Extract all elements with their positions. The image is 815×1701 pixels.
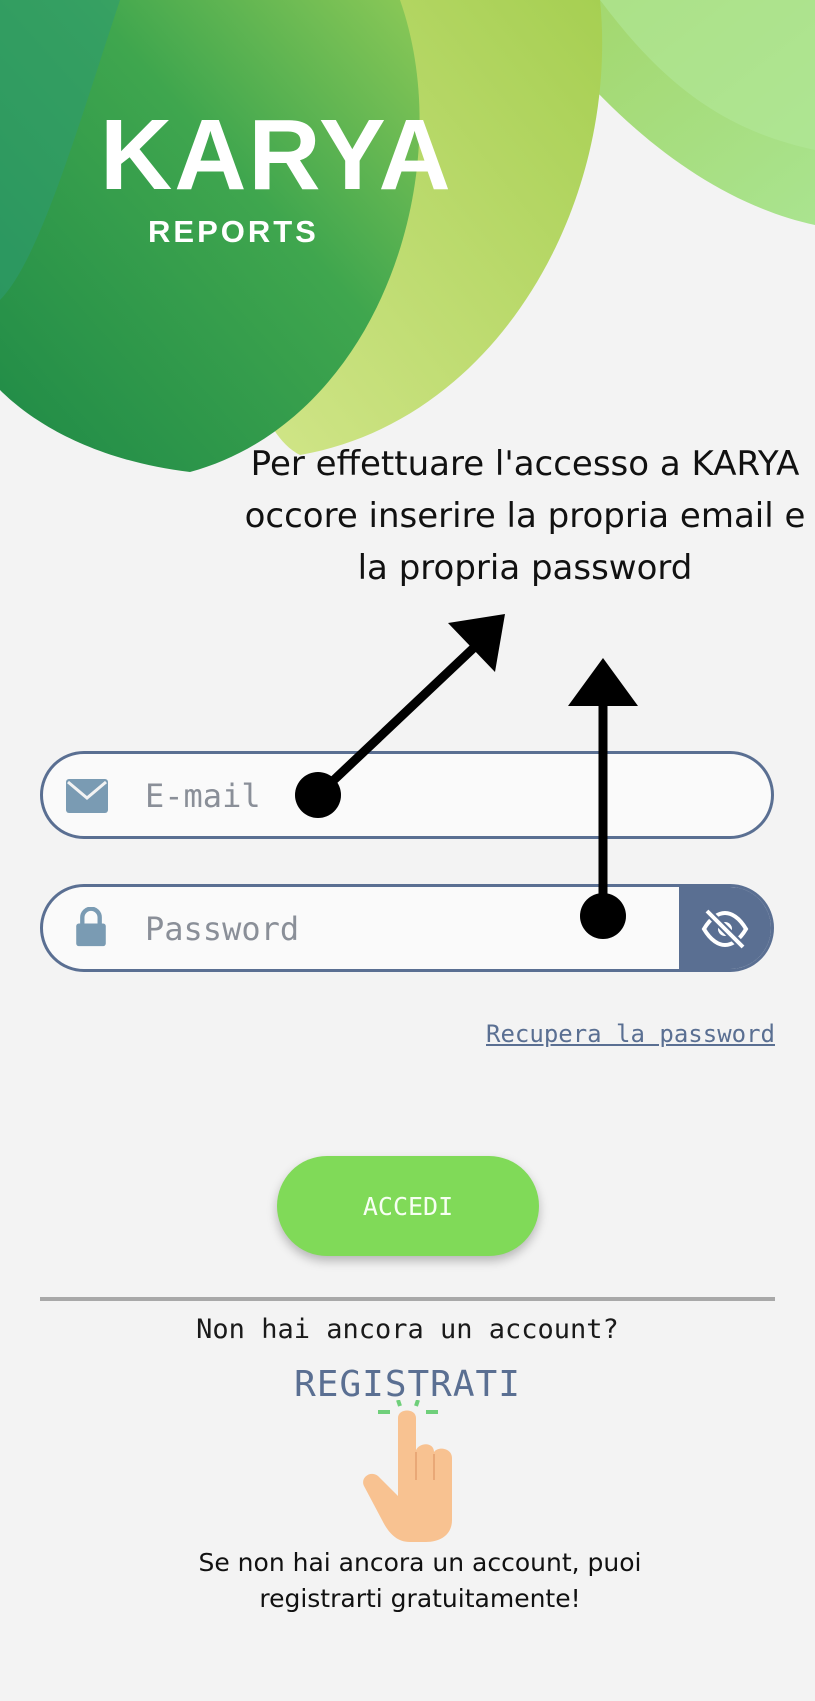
annotation-arrows — [295, 614, 638, 939]
arrow-icon — [568, 658, 638, 939]
arrow-icon — [295, 614, 505, 818]
